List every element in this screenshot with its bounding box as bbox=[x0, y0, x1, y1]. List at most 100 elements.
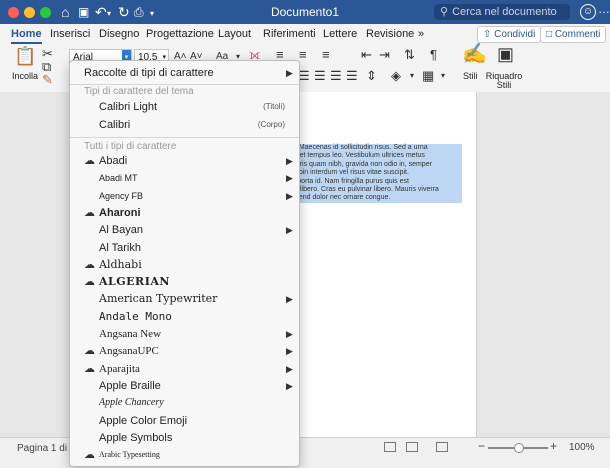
font-list-item[interactable]: ☁ Aharoni bbox=[70, 204, 299, 222]
multilevel-list-icon[interactable]: ≡ bbox=[322, 48, 330, 62]
font-name: ALGERIAN bbox=[99, 275, 170, 289]
submenu-arrow-icon: ▶ bbox=[286, 294, 293, 305]
tab-revisione[interactable]: Revisione bbox=[366, 28, 414, 40]
font-collections-item[interactable]: Raccolte di tipi di carattere ▶ bbox=[70, 64, 299, 82]
font-collections-label: Raccolte di tipi di carattere bbox=[84, 67, 214, 79]
font-list-item[interactable]: ☁ Aparajita ▶ bbox=[70, 360, 299, 378]
font-list-item[interactable]: American Typewriter ▶ bbox=[70, 290, 299, 308]
font-list-item[interactable]: Angsana New ▶ bbox=[70, 325, 299, 343]
menu-divider bbox=[70, 84, 299, 85]
font-name: Calibri bbox=[99, 119, 131, 131]
font-list-item[interactable]: Andale Mono bbox=[70, 308, 299, 326]
title-bar: ⌂ ▣ ↶ ▾ ↻ ⎙ ▾ Documento1 ⚲ Cerca nel docu… bbox=[0, 0, 610, 24]
focus-mode-icon[interactable] bbox=[436, 442, 448, 452]
zoom-level[interactable]: 100% bbox=[569, 442, 595, 453]
tab-home[interactable]: Home bbox=[11, 28, 42, 44]
show-formatting-icon[interactable]: ¶ bbox=[430, 48, 437, 62]
vertical-scrollbar[interactable] bbox=[596, 92, 610, 437]
comments-label: Commenti bbox=[554, 29, 601, 40]
increase-indent-icon[interactable]: ⇥ bbox=[379, 48, 390, 62]
paste-icon[interactable]: 📋 bbox=[14, 47, 36, 65]
font-list-item[interactable]: Apple Symbols bbox=[70, 429, 299, 447]
font-name: Arabic Typesetting bbox=[99, 450, 160, 460]
comment-icon: □ bbox=[546, 29, 555, 40]
search-placeholder: Cerca nel documento bbox=[452, 6, 557, 18]
styles-pane-icon[interactable]: ▣ bbox=[497, 45, 514, 63]
font-name: American Typewriter bbox=[99, 292, 218, 306]
ribbon-tab-bar: Home Inserisci Disegno Progettazione Lay… bbox=[0, 24, 610, 44]
font-name: Calibri Light bbox=[99, 101, 158, 113]
zoom-slider-thumb[interactable] bbox=[514, 443, 524, 453]
smiley-user-icon[interactable]: ☺ bbox=[580, 4, 596, 20]
font-name: Aldhabi bbox=[99, 257, 142, 271]
print-layout-view-icon[interactable] bbox=[384, 442, 396, 452]
zoom-in-button[interactable]: + bbox=[550, 439, 557, 453]
font-name: Abadi bbox=[99, 155, 128, 167]
page-indicator[interactable]: Pagina 1 di 1 bbox=[17, 443, 75, 454]
shading-icon[interactable]: ◈ bbox=[391, 69, 401, 83]
font-name: Apple Color Emoji bbox=[99, 414, 188, 427]
cloud-download-icon: ☁ bbox=[84, 258, 95, 271]
font-name: Al Bayan bbox=[99, 224, 144, 237]
cloud-download-icon: ☁ bbox=[84, 362, 95, 375]
cloud-download-icon: ☁ bbox=[84, 276, 95, 289]
theme-font-item[interactable]: Calibri Light (Titoli) bbox=[70, 98, 299, 116]
search-document-field[interactable]: ⚲ Cerca nel documento bbox=[434, 4, 570, 20]
font-list-item[interactable]: Al Tarikh bbox=[70, 239, 299, 257]
tab-progettazione[interactable]: Progettazione bbox=[146, 28, 214, 40]
document-line: eleifend dolor nec ornare congue. bbox=[286, 194, 462, 203]
borders-dropdown-icon[interactable]: ▾ bbox=[441, 69, 445, 83]
comments-button[interactable]: □ Commenti bbox=[540, 26, 607, 43]
cloud-download-icon: ☁ bbox=[84, 155, 95, 167]
document-body-text[interactable]: elit. Maecenas id sollicitudin risus. Se… bbox=[286, 144, 462, 203]
font-list-item[interactable]: ☁ Arabic Typesetting bbox=[70, 446, 299, 464]
font-list-item[interactable]: Al Bayan ▶ bbox=[70, 221, 299, 239]
tab-overflow[interactable]: » bbox=[418, 28, 424, 40]
line-spacing-icon[interactable]: ⇕ bbox=[366, 69, 377, 83]
align-right-icon[interactable]: ☰ bbox=[330, 69, 342, 83]
styles-icon[interactable]: ✍ bbox=[462, 44, 487, 64]
shading-dropdown-icon[interactable]: ▾ bbox=[410, 69, 414, 83]
theme-font-item[interactable]: Calibri (Corpo) bbox=[70, 116, 299, 134]
styles-label: Stili bbox=[463, 71, 478, 81]
font-role: (Corpo) bbox=[257, 120, 285, 129]
submenu-arrow-icon: ▶ bbox=[286, 68, 293, 78]
align-center-icon[interactable]: ☰ bbox=[314, 69, 326, 83]
numbering-icon[interactable]: ≡ bbox=[299, 48, 307, 62]
more-icon[interactable]: … bbox=[598, 2, 610, 16]
share-button[interactable]: ⇧ Condividi bbox=[477, 26, 542, 43]
borders-icon[interactable]: ▦ bbox=[422, 69, 434, 83]
justify-icon[interactable]: ☰ bbox=[346, 69, 358, 83]
font-list-item[interactable]: Apple Color Emoji bbox=[70, 412, 299, 430]
tab-riferimenti[interactable]: Riferimenti bbox=[263, 28, 316, 40]
submenu-arrow-icon: ▶ bbox=[286, 190, 293, 201]
submenu-arrow-icon: ▶ bbox=[286, 363, 293, 374]
tab-layout[interactable]: Layout bbox=[218, 28, 251, 40]
tab-lettere[interactable]: Lettere bbox=[323, 28, 357, 40]
font-list-item[interactable]: ☁ Aldhabi bbox=[70, 256, 299, 274]
sort-icon[interactable]: ⇅ bbox=[404, 48, 415, 62]
submenu-arrow-icon: ▶ bbox=[286, 225, 293, 236]
font-name: Apple Symbols bbox=[99, 431, 173, 444]
font-name: Aharoni bbox=[99, 206, 141, 219]
format-painter-icon[interactable]: ✎ bbox=[42, 73, 53, 87]
font-list-item[interactable]: Agency FB ▶ bbox=[70, 187, 299, 205]
font-list-item[interactable]: Abadi MT ▶ bbox=[70, 169, 299, 187]
font-name: Al Tarikh bbox=[99, 241, 141, 254]
theme-fonts-header: Tipi di carattere del tema bbox=[84, 86, 194, 97]
web-layout-view-icon[interactable] bbox=[406, 442, 418, 452]
zoom-out-button[interactable]: − bbox=[478, 439, 485, 453]
document-line: est porta id. Nam fringilla purus quis e… bbox=[286, 177, 462, 187]
font-list-item[interactable]: Apple Chancery bbox=[70, 394, 299, 412]
tab-disegno[interactable]: Disegno bbox=[99, 28, 139, 40]
tab-inserisci[interactable]: Inserisci bbox=[50, 28, 90, 40]
font-list-item[interactable]: ☁ AngsanaUPC ▶ bbox=[70, 342, 299, 360]
decrease-indent-icon[interactable]: ⇤ bbox=[361, 48, 372, 62]
document-line: que et tempus leo. Vestibulum ultrices m… bbox=[286, 152, 462, 161]
font-list-item[interactable]: ☁ ALGERIAN bbox=[70, 273, 299, 291]
all-fonts-header: Tutti i tipi di carattere bbox=[84, 141, 177, 152]
font-list-item[interactable]: Apple Braille ▶ bbox=[70, 377, 299, 395]
font-list-item[interactable]: ☁ Abadi ▶ bbox=[70, 152, 299, 170]
paste-label: Incolla bbox=[12, 71, 39, 81]
document-line: elit. Maecenas id sollicitudin risus. Se… bbox=[286, 144, 462, 153]
